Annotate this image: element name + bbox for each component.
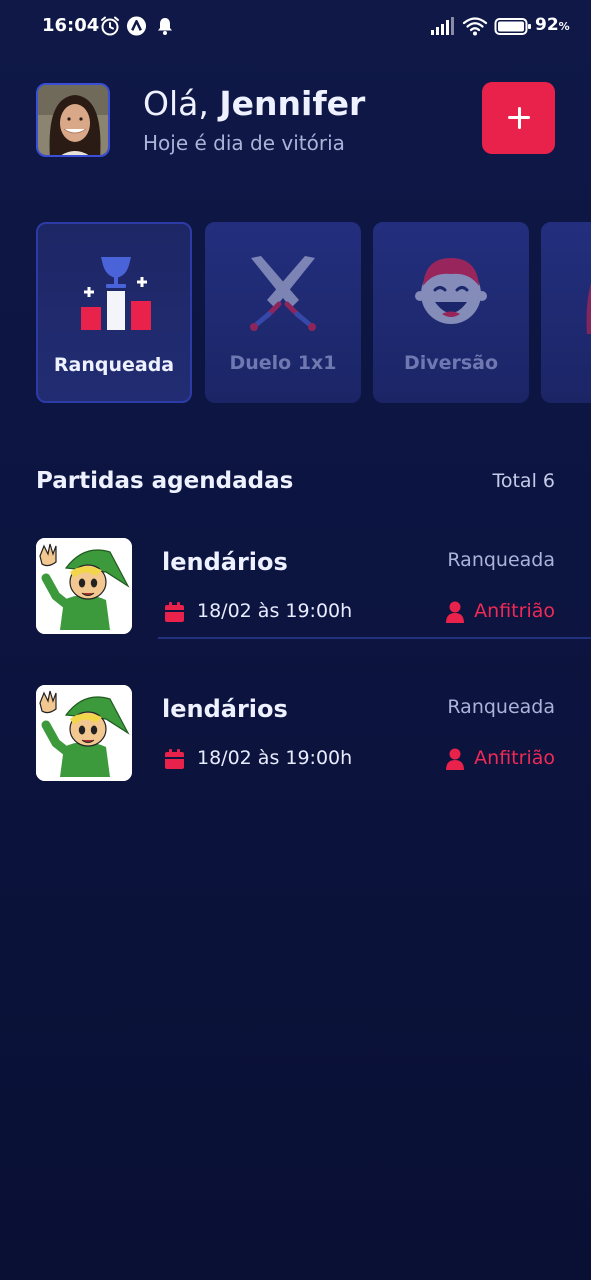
match-type: Ranqueada bbox=[447, 696, 555, 718]
match-type: Ranqueada bbox=[447, 549, 555, 571]
link-character-image bbox=[36, 685, 132, 781]
calendar-icon bbox=[165, 602, 184, 622]
match-name: lendários bbox=[162, 695, 288, 723]
category-carousel[interactable]: Ranqueada Duelo 1x1 Diversão bbox=[36, 222, 591, 403]
trophy-podium-icon bbox=[81, 257, 151, 330]
host-user-icon bbox=[446, 601, 464, 623]
host-user-icon bbox=[446, 748, 464, 770]
status-time: 16:04 bbox=[42, 15, 100, 36]
match-role: Anfitrião bbox=[474, 747, 555, 769]
battery-percent: 92% bbox=[535, 15, 570, 35]
alarm-icon bbox=[101, 16, 119, 36]
greeting-subtitle: Hoje é dia de vitória bbox=[143, 131, 345, 155]
laughing-face-icon bbox=[415, 258, 487, 324]
greeting: Olá, Jennifer bbox=[143, 84, 366, 123]
match-item[interactable]: lendários Ranqueada 18/02 às 19:00h Anfi… bbox=[0, 538, 591, 648]
match-thumbnail bbox=[36, 538, 132, 634]
category-label: Diversão bbox=[403, 352, 499, 374]
category-card-ranqueada[interactable]: Ranqueada bbox=[36, 222, 192, 403]
category-label: Duelo 1x1 bbox=[229, 352, 337, 374]
link-character-image bbox=[36, 538, 132, 634]
bell-icon bbox=[158, 18, 172, 35]
avatar[interactable] bbox=[36, 83, 110, 157]
partial-card-icon bbox=[586, 284, 591, 334]
section-total: Total 6 bbox=[492, 470, 555, 492]
avatar-photo bbox=[38, 85, 108, 155]
wifi-icon bbox=[462, 17, 488, 36]
battery-icon bbox=[494, 18, 531, 35]
category-card-duelo[interactable]: Duelo 1x1 bbox=[205, 222, 361, 403]
category-card-diversao[interactable]: Diversão bbox=[373, 222, 529, 403]
add-button[interactable] bbox=[482, 82, 555, 154]
match-date: 18/02 às 19:00h bbox=[197, 747, 353, 769]
match-name: lendários bbox=[162, 548, 288, 576]
section-title: Partidas agendadas bbox=[36, 468, 294, 494]
match-date: 18/02 às 19:00h bbox=[197, 600, 353, 622]
crossed-swords-icon bbox=[250, 256, 316, 331]
app-a-icon bbox=[126, 16, 147, 36]
signal-icon bbox=[431, 17, 454, 35]
match-item[interactable]: lendários Ranqueada 18/02 às 19:00h Anfi… bbox=[0, 685, 591, 795]
match-role: Anfitrião bbox=[474, 600, 555, 622]
calendar-icon bbox=[165, 749, 184, 769]
category-label: Ranqueada bbox=[53, 354, 175, 376]
divider bbox=[158, 637, 591, 639]
category-card-partial[interactable] bbox=[541, 222, 591, 403]
status-bar: 16:04 92% bbox=[0, 0, 591, 54]
match-thumbnail bbox=[36, 685, 132, 781]
